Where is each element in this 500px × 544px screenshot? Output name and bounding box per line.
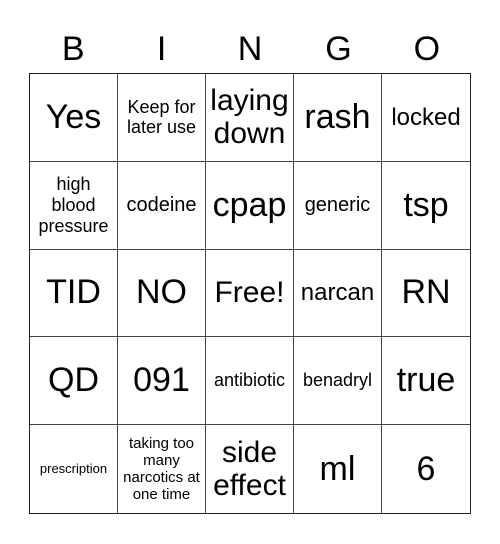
bingo-cell[interactable]: cpap [206, 161, 294, 250]
bingo-cell[interactable]: prescription [30, 425, 118, 513]
bingo-cell[interactable]: 091 [118, 337, 206, 426]
bingo-cell[interactable]: codeine [118, 161, 206, 250]
bingo-cell[interactable]: true [382, 337, 470, 426]
bingo-cell[interactable]: QD [30, 337, 118, 426]
bingo-cell[interactable]: rash [294, 74, 382, 162]
bingo-cell[interactable]: high blood pressure [30, 161, 118, 250]
bingo-cell[interactable]: Yes [30, 74, 118, 162]
bingo-cell[interactable]: antibiotic [206, 337, 294, 426]
free-space-cell[interactable]: Free! [206, 249, 294, 338]
bingo-card: Yes Keep for later use laying down rash lock… [29, 73, 471, 514]
bingo-cell[interactable]: tsp [382, 162, 470, 250]
bingo-cell[interactable]: generic [294, 161, 382, 250]
bingo-cell[interactable]: Keep for later use [118, 74, 206, 162]
bingo-cell[interactable]: narcan [294, 249, 382, 338]
header-letter-o: O [413, 30, 441, 68]
bingo-cell[interactable]: RN [382, 250, 470, 338]
header-letter-b: B [61, 30, 85, 68]
bingo-cell[interactable]: NO [118, 249, 206, 338]
header-letter-i: I [156, 30, 167, 68]
bingo-cell[interactable]: 6 [382, 425, 470, 513]
bingo-cell[interactable]: benadryl [294, 337, 382, 426]
bingo-cell[interactable]: locked [382, 74, 470, 162]
bingo-cell[interactable]: ml [294, 425, 382, 513]
bingo-header: B I N G O [29, 25, 471, 73]
bingo-cell[interactable]: taking too many narcotics at one time [118, 425, 206, 513]
header-letter-n: N [237, 30, 263, 68]
header-letter-g: G [325, 30, 352, 68]
bingo-cell[interactable]: TID [30, 249, 118, 338]
bingo-cell[interactable]: side effect [206, 425, 294, 513]
bingo-cell[interactable]: laying down [206, 74, 294, 162]
